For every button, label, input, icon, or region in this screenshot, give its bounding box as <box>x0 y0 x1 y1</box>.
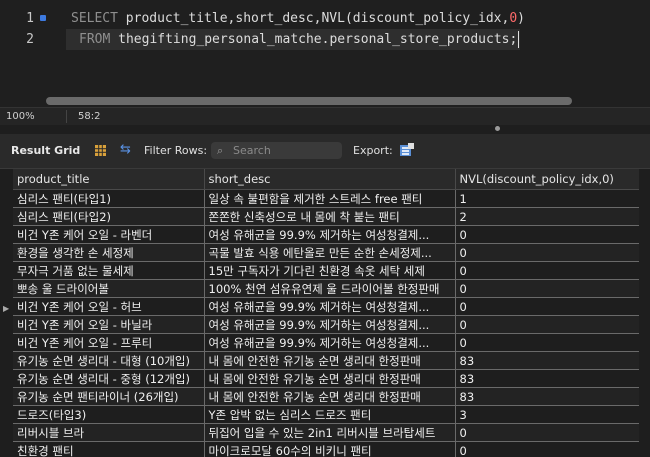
cell-discount[interactable]: 0 <box>455 261 640 280</box>
code-line-1[interactable]: SELECT product_title,short_desc,NVL(disc… <box>71 11 525 26</box>
cell-discount[interactable]: 83 <box>455 387 640 406</box>
result-grid[interactable]: ▶ product_title short_desc NVL(discount_… <box>0 169 650 457</box>
cell-short-desc[interactable]: 15만 구독자가 기다린 친환경 속옷 세탁 세제 <box>204 261 456 280</box>
cell-discount[interactable]: 0 <box>455 279 640 298</box>
column-header-product-title[interactable]: product_title <box>13 169 205 190</box>
table-row[interactable]: 비건 Y존 케어 오일 - 라벤더 여성 유해균을 99.9% 제거하는 여성청결… <box>13 225 640 244</box>
cell-product-title[interactable]: 뽀송 울 드라이어볼 <box>13 279 205 298</box>
horizontal-scrollbar[interactable] <box>46 97 572 105</box>
table-row[interactable]: 심리스 팬티(타입1) 일상 속 불편함을 제거한 스트레스 free 팬티 1 <box>13 189 640 208</box>
cell-product-title[interactable]: 드로즈(타입3) <box>13 405 205 424</box>
cell-discount[interactable]: 0 <box>455 333 640 352</box>
export-icon[interactable] <box>399 142 415 158</box>
sql-editor[interactable]: 1 2 SELECT product_title,short_desc,NVL(… <box>0 0 650 107</box>
sql-keyword: SELECT <box>71 11 118 26</box>
filter-search-input[interactable] <box>233 142 338 159</box>
text-cursor <box>518 31 519 48</box>
table-row[interactable]: 리버시블 브라 뒤집어 입을 수 있는 2in1 리버시블 브라탑세트 0 <box>13 423 640 442</box>
cell-product-title[interactable]: 리버시블 브라 <box>13 423 205 442</box>
cell-product-title[interactable]: 무자극 거품 없는 물세제 <box>13 261 205 280</box>
cell-discount[interactable]: 2 <box>455 207 640 226</box>
cell-short-desc[interactable]: 여성 유해균을 99.9% 제거하는 여성청결제... <box>204 225 456 244</box>
status-divider <box>66 110 67 123</box>
cell-discount[interactable]: 0 <box>455 423 640 442</box>
table-row[interactable]: 비건 Y존 케어 오일 - 바닐라 여성 유해균을 99.9% 제거하는 여성청결… <box>13 315 640 334</box>
cell-short-desc[interactable]: 곡물 발효 식용 에탄올로 만든 순한 손세정제... <box>204 243 456 262</box>
cell-product-title[interactable]: 비건 Y존 케어 오일 - 바닐라 <box>13 315 205 334</box>
cell-product-title[interactable]: 심리스 팬티(타입1) <box>13 189 205 208</box>
cell-product-title[interactable]: 비건 Y존 케어 오일 - 허브 <box>13 297 205 316</box>
cell-product-title[interactable]: 유기농 순면 생리대 - 대형 (10개입) <box>13 351 205 370</box>
selected-row-indicator-icon: ▶ <box>3 304 10 313</box>
table-row[interactable]: 뽀송 울 드라이어볼 100% 천연 섬유유연제 울 드라이어볼 한정판매 0 <box>13 279 640 298</box>
zoom-level[interactable]: 100% <box>6 111 35 122</box>
table-body: 심리스 팬티(타입1) 일상 속 불편함을 제거한 스트레스 free 팬티 1 심리… <box>13 189 640 457</box>
table-row[interactable]: 무자극 거품 없는 물세제 15만 구독자가 기다린 친환경 속옷 세탁 세제 0 <box>13 261 640 280</box>
table-row[interactable]: 비건 Y존 케어 오일 - 프루티 여성 유해균을 99.9% 제거하는 여성청결… <box>13 333 640 352</box>
code-text: ) <box>517 11 525 26</box>
cell-short-desc[interactable]: 여성 유해균을 99.9% 제거하는 여성청결제... <box>204 333 456 352</box>
table-row[interactable]: 친환경 팬티 마이크로모달 60수의 비키니 팬티 0 <box>13 441 640 457</box>
cell-discount[interactable]: 1 <box>455 189 640 208</box>
cell-short-desc[interactable]: 내 몸에 안전한 유기농 순면 생리대 한정판매 <box>204 387 456 406</box>
grid-icon[interactable] <box>95 145 106 156</box>
cursor-position: 58:2 <box>78 111 101 122</box>
result-toolbar: Result Grid ⇆ Filter Rows: ⌕ Export: <box>0 134 650 169</box>
table-row[interactable]: 심리스 팬티(타입2) 쫀쫀한 신축성으로 내 몸에 착 붙는 팬티 2 <box>13 207 640 226</box>
column-header-short-desc[interactable]: short_desc <box>204 169 456 190</box>
cell-discount[interactable]: 0 <box>455 243 640 262</box>
cell-discount[interactable]: 0 <box>455 225 640 244</box>
statement-marker-icon <box>40 15 46 21</box>
table-row[interactable]: 드로즈(타입3) Y존 압박 없는 심리스 드로즈 팬티 3 <box>13 405 640 424</box>
sql-keyword: FROM <box>79 32 111 47</box>
result-grid-title: Result Grid <box>11 144 81 157</box>
cell-short-desc[interactable]: 쫀쫀한 신축성으로 내 몸에 착 붙는 팬티 <box>204 207 456 226</box>
code-text: product_title,short_desc,NVL(discount_po… <box>117 11 510 26</box>
cell-short-desc[interactable]: 100% 천연 섬유유연제 울 드라이어볼 한정판매 <box>204 279 456 298</box>
table-row[interactable]: 유기농 순면 생리대 - 중형 (12개입) 내 몸에 안전한 유기농 순면 생리… <box>13 369 640 388</box>
cell-discount[interactable]: 3 <box>455 405 640 424</box>
result-table[interactable]: product_title short_desc NVL(discount_po… <box>13 169 640 457</box>
export-label: Export: <box>353 144 393 157</box>
cell-short-desc[interactable]: 내 몸에 안전한 유기농 순면 생리대 한정판매 <box>204 351 456 370</box>
line-number: 2 <box>26 32 34 47</box>
cell-discount[interactable]: 0 <box>455 441 640 457</box>
cell-product-title[interactable]: 유기농 순면 팬티라이너 (26개입) <box>13 387 205 406</box>
cell-product-title[interactable]: 심리스 팬티(타입2) <box>13 207 205 226</box>
editor-status-bar: 100% 58:2 <box>0 107 650 125</box>
cell-short-desc[interactable]: 여성 유해균을 99.9% 제거하는 여성청결제... <box>204 297 456 316</box>
pane-resize-handle[interactable] <box>495 126 500 131</box>
cell-discount[interactable]: 0 <box>455 315 640 334</box>
cell-product-title[interactable]: 비건 Y존 케어 오일 - 라벤더 <box>13 225 205 244</box>
cell-short-desc[interactable]: 일상 속 불편함을 제거한 스트레스 free 팬티 <box>204 189 456 208</box>
cell-product-title[interactable]: 친환경 팬티 <box>13 441 205 457</box>
refresh-icon[interactable]: ⇆ <box>120 143 134 157</box>
cell-short-desc[interactable]: 내 몸에 안전한 유기농 순면 생리대 한정판매 <box>204 369 456 388</box>
search-icon: ⌕ <box>217 144 224 157</box>
line-gutter: 1 2 <box>0 0 58 107</box>
cell-discount[interactable]: 0 <box>455 297 640 316</box>
cell-product-title[interactable]: 비건 Y존 케어 오일 - 프루티 <box>13 333 205 352</box>
table-row[interactable]: 유기농 순면 생리대 - 대형 (10개입) 내 몸에 안전한 유기농 순면 생리… <box>13 351 640 370</box>
table-row[interactable]: 유기농 순면 팬티라이너 (26개입) 내 몸에 안전한 유기농 순면 생리대 한… <box>13 387 640 406</box>
code-line-2[interactable]: FROM thegifting_personal_matche.personal… <box>79 32 517 47</box>
vertical-scrollbar-track[interactable] <box>639 169 650 457</box>
code-text: thegifting_personal_matche.personal_stor… <box>110 32 518 47</box>
cell-product-title[interactable]: 환경을 생각한 손 세정제 <box>13 243 205 262</box>
cell-short-desc[interactable]: 마이크로모달 60수의 비키니 팬티 <box>204 441 456 457</box>
cell-short-desc[interactable]: Y존 압박 없는 심리스 드로즈 팬티 <box>204 405 456 424</box>
cell-discount[interactable]: 83 <box>455 369 640 388</box>
filter-rows-label: Filter Rows: <box>144 144 208 157</box>
filter-search-box[interactable]: ⌕ <box>211 142 342 159</box>
line-number: 1 <box>26 11 34 26</box>
cell-short-desc[interactable]: 뒤집어 입을 수 있는 2in1 리버시블 브라탑세트 <box>204 423 456 442</box>
cell-product-title[interactable]: 유기농 순면 생리대 - 중형 (12개입) <box>13 369 205 388</box>
cell-discount[interactable]: 83 <box>455 351 640 370</box>
table-header-row: product_title short_desc NVL(discount_po… <box>13 169 640 190</box>
table-row[interactable]: 비건 Y존 케어 오일 - 허브 여성 유해균을 99.9% 제거하는 여성청결제… <box>13 297 640 316</box>
column-header-discount[interactable]: NVL(discount_policy_idx,0) <box>455 169 640 190</box>
cell-short-desc[interactable]: 여성 유해균을 99.9% 제거하는 여성청결제... <box>204 315 456 334</box>
number-literal: 0 <box>509 11 518 26</box>
table-row[interactable]: 환경을 생각한 손 세정제 곡물 발효 식용 에탄올로 만든 순한 손세정제...… <box>13 243 640 262</box>
